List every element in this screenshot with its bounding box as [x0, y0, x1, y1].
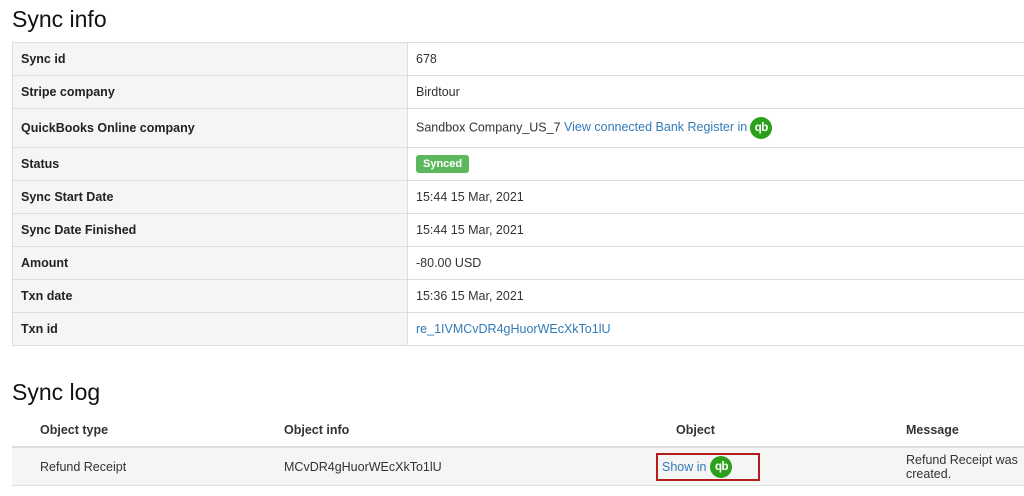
view-bank-register-link[interactable]: View connected Bank Register in qb	[564, 117, 773, 139]
column-header-object-type: Object type	[12, 413, 256, 448]
txn-id-label: Txn id	[12, 312, 408, 346]
column-header-object: Object	[648, 413, 878, 448]
qbo-company-value: Sandbox Company_US_7	[416, 120, 561, 135]
sync-log-table: Object type Object info Object Message R…	[12, 413, 1024, 486]
sync-id-value: 678	[407, 42, 1024, 76]
status-badge: Synced	[416, 155, 470, 173]
row-sync-date-finished: Sync Date Finished 15:44 15 Mar, 2021	[12, 213, 1024, 247]
sync-info-title: Sync info	[12, 6, 107, 32]
status-cell: Synced	[407, 147, 1024, 181]
amount-value: -80.00 USD	[407, 246, 1024, 280]
sync-log-header-row: Object type Object info Object Message	[12, 413, 1024, 448]
show-in-quickbooks-link[interactable]: Show in	[662, 460, 706, 474]
txn-id-cell: re_1IVMCvDR4gHuorWEcXkTo1lU	[407, 312, 1024, 346]
sync-info-table: Sync id 678 Stripe company Birdtour Quic…	[12, 42, 1024, 346]
txn-date-value: 15:36 15 Mar, 2021	[407, 279, 1024, 313]
sync-log-title: Sync log	[12, 379, 101, 405]
object-cell: Show in qb	[648, 447, 878, 486]
sync-start-date-label: Sync Start Date	[12, 180, 408, 214]
qbo-company-label: QuickBooks Online company	[12, 108, 408, 148]
txn-id-link[interactable]: re_1IVMCvDR4gHuorWEcXkTo1lU	[416, 322, 611, 336]
row-amount: Amount -80.00 USD	[12, 246, 1024, 280]
message-cell: Refund Receipt was created.	[878, 447, 1024, 486]
sync-start-date-value: 15:44 15 Mar, 2021	[407, 180, 1024, 214]
sync-date-finished-value: 15:44 15 Mar, 2021	[407, 213, 1024, 247]
stripe-company-label: Stripe company	[12, 75, 408, 109]
object-info-cell: MCvDR4gHuorWEcXkTo1lU	[256, 447, 648, 486]
table-row: Refund Receipt MCvDR4gHuorWEcXkTo1lU Sho…	[12, 447, 1024, 486]
quickbooks-icon[interactable]: qb	[710, 455, 733, 478]
row-txn-date: Txn date 15:36 15 Mar, 2021	[12, 279, 1024, 313]
object-type-cell: Refund Receipt	[12, 447, 256, 486]
quickbooks-icon: qb	[750, 117, 773, 139]
row-sync-start-date: Sync Start Date 15:44 15 Mar, 2021	[12, 180, 1024, 214]
amount-label: Amount	[12, 246, 408, 280]
stripe-company-value: Birdtour	[407, 75, 1024, 109]
status-label: Status	[12, 147, 408, 181]
column-header-message: Message	[878, 413, 1024, 448]
txn-date-label: Txn date	[12, 279, 408, 313]
view-bank-register-link-text: View connected Bank Register in	[564, 120, 748, 135]
sync-id-label: Sync id	[12, 42, 408, 76]
row-txn-id: Txn id re_1IVMCvDR4gHuorWEcXkTo1lU	[12, 312, 1024, 346]
row-status: Status Synced	[12, 147, 1024, 181]
row-sync-id: Sync id 678	[12, 42, 1024, 76]
column-header-object-info: Object info	[256, 413, 648, 448]
row-qbo-company: QuickBooks Online company Sandbox Compan…	[12, 108, 1024, 148]
row-stripe-company: Stripe company Birdtour	[12, 75, 1024, 109]
highlight-box: Show in qb	[656, 452, 761, 481]
sync-date-finished-label: Sync Date Finished	[12, 213, 408, 247]
qbo-company-cell: Sandbox Company_US_7 View connected Bank…	[407, 108, 1024, 148]
